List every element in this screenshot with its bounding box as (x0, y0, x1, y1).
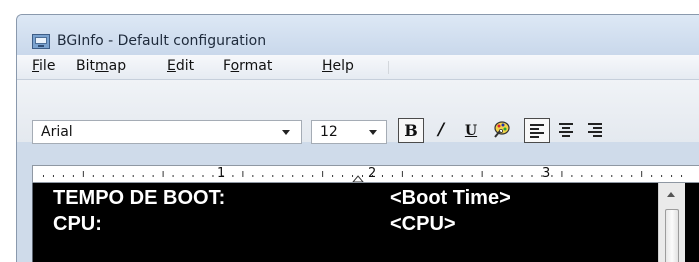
underline-icon: U (464, 123, 478, 139)
window-title: BGInfo - Default configuration (57, 33, 267, 49)
menu-bitmap[interactable]: Bitmap (76, 58, 126, 74)
editor-field-label: CPU: (53, 213, 102, 235)
chevron-down-icon[interactable] (282, 130, 290, 135)
align-right-button[interactable] (583, 118, 609, 143)
align-left-button[interactable] (524, 118, 550, 143)
indent-marker-icon (352, 175, 364, 182)
info-editor[interactable]: TEMPO DE BOOT: <Boot Time> CPU: <CPU> (32, 183, 699, 262)
font-name-value: Arial (41, 124, 73, 140)
menu-file[interactable]: File (32, 58, 55, 74)
bginfo-monitor-icon[interactable] (32, 34, 50, 49)
menu-bar: File Bitmap Edit Format Help (17, 55, 699, 80)
ruler-ticks (42, 171, 683, 182)
align-left-icon (530, 124, 544, 140)
editor-field-value: <Boot Time> (390, 187, 511, 209)
menu-help[interactable]: Help (322, 58, 354, 74)
align-center-icon (559, 123, 573, 139)
scroll-up-icon[interactable] (667, 192, 675, 197)
bold-icon: B (404, 121, 418, 140)
ruler[interactable]: 1 2 3 (32, 165, 699, 183)
color-button[interactable] (488, 118, 514, 143)
title-bar[interactable]: BGInfo - Default configuration (17, 15, 699, 55)
menu-edit[interactable]: Edit (167, 58, 194, 74)
format-toolbar: Arial 12 B / U (17, 80, 699, 144)
color-palette-icon (494, 121, 510, 138)
editor-field-value: <CPU> (390, 213, 456, 235)
menu-separator (388, 61, 389, 74)
font-size-combo[interactable]: 12 (311, 120, 387, 144)
italic-icon: / (437, 120, 445, 140)
italic-button[interactable]: / (428, 118, 454, 143)
bold-button[interactable]: B (398, 118, 424, 143)
ruler-number: 2 (368, 166, 377, 181)
scroll-thumb[interactable] (665, 209, 679, 262)
ruler-number: 1 (217, 166, 226, 181)
align-center-button[interactable] (554, 118, 580, 143)
menu-format[interactable]: Format (223, 58, 272, 74)
font-name-combo[interactable]: Arial (32, 120, 302, 144)
ruler-number: 3 (542, 166, 551, 181)
chevron-down-icon[interactable] (369, 130, 377, 135)
font-size-value: 12 (320, 124, 338, 140)
underline-button[interactable]: U (458, 118, 484, 143)
bginfo-window: BGInfo - Default configuration File Bitm… (16, 14, 699, 262)
align-right-icon (588, 123, 602, 139)
editor-field-label: TEMPO DE BOOT: (53, 187, 226, 209)
vertical-scrollbar[interactable] (658, 183, 685, 262)
